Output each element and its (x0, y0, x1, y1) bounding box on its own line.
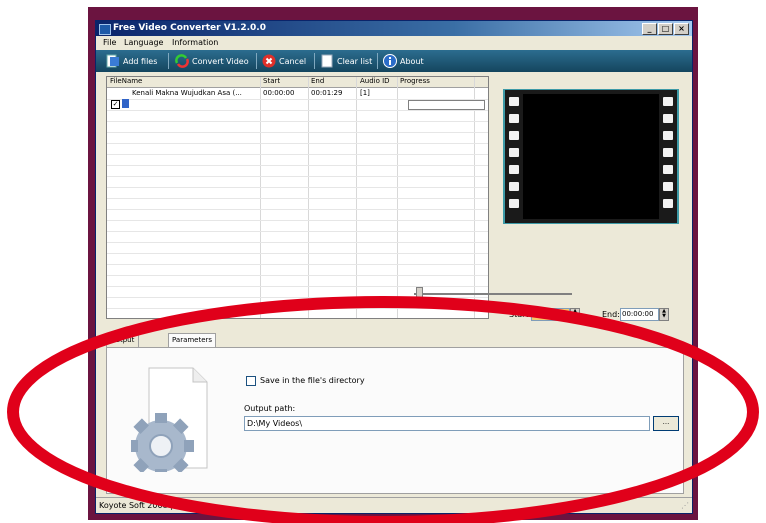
toolbar-separator (314, 53, 315, 69)
convert-video-label: Convert Video (192, 56, 249, 66)
settings-gear-icon (131, 367, 208, 472)
column-audio-id[interactable]: Audio ID (360, 77, 390, 85)
row-line (107, 253, 488, 254)
row-line (107, 176, 488, 177)
menu-information[interactable]: Information (172, 38, 218, 47)
row-line (107, 242, 488, 243)
row-line (107, 264, 488, 265)
cell-audio-id: [1] (360, 89, 370, 97)
app-window: Free Video Converter V1.2.0.0 _ □ × File… (95, 20, 693, 514)
app-icon (99, 24, 111, 35)
window-title: Free Video Converter V1.2.0.0 (113, 23, 266, 33)
cell-end: 00:01:29 (311, 89, 343, 97)
start-time-spinner[interactable]: ▲ ▼ (570, 308, 580, 321)
cancel-icon (262, 54, 276, 68)
toolbar-separator (168, 53, 169, 69)
toolbar-separator (377, 53, 378, 69)
cell-start: 00:00:00 (263, 89, 295, 97)
menu-file[interactable]: File (103, 38, 116, 47)
row-line (107, 275, 488, 276)
column-end[interactable]: End (311, 77, 324, 85)
output-path-input[interactable]: D:\My Videos\ (244, 416, 650, 431)
column-filename[interactable]: FileName (110, 77, 142, 85)
video-preview (503, 89, 679, 224)
output-path-label: Output path: (244, 404, 296, 413)
browse-button[interactable]: ... (653, 416, 679, 431)
add-files-button[interactable]: Add files (106, 53, 157, 69)
clear-list-icon (321, 54, 333, 68)
toolbar-separator (256, 53, 257, 69)
row-line (107, 143, 488, 144)
save-in-directory-checkbox[interactable] (246, 376, 256, 386)
start-label: Start: (509, 310, 532, 319)
status-bar: Koyote Soft 2008 | Ready ⋰ (96, 497, 692, 513)
row-line (107, 110, 488, 111)
row-line (107, 220, 488, 221)
add-files-label: Add files (123, 56, 158, 66)
clear-list-label: Clear list (337, 56, 373, 66)
minimize-button[interactable]: _ (642, 23, 657, 35)
row-line (107, 132, 488, 133)
convert-icon (175, 54, 189, 68)
row-checkbox[interactable]: ✓ (111, 100, 120, 109)
film-strip-icon (505, 90, 677, 223)
tab-output-format[interactable]: Output Format (106, 333, 139, 357)
close-button[interactable]: × (674, 23, 689, 35)
maximize-button[interactable]: □ (658, 23, 673, 35)
row-line (107, 308, 488, 309)
file-list-header: FileName Start End Audio ID Progress (107, 77, 488, 88)
cancel-label: Cancel (279, 56, 307, 66)
start-time-field[interactable]: 00:00:00 (531, 308, 570, 321)
parameters-panel: Save in the file's directory Output path… (106, 347, 684, 494)
end-label: End: (602, 310, 620, 319)
tab-parameters[interactable]: Parameters (168, 333, 217, 347)
progress-bar (408, 100, 485, 110)
toolbar: Add files Convert Video Cancel Clear lis… (96, 50, 692, 72)
row-line (107, 154, 488, 155)
row-line (107, 209, 488, 210)
clear-list-button[interactable]: Clear list (320, 53, 372, 69)
resize-grip-icon[interactable]: ⋰ (681, 501, 689, 510)
row-line (107, 231, 488, 232)
end-time-field[interactable]: 00:00:00 (620, 308, 659, 321)
cancel-button[interactable]: Cancel (262, 53, 306, 69)
row-line (107, 198, 488, 199)
save-in-directory-label: Save in the file's directory (260, 376, 365, 385)
about-label: About (400, 56, 424, 66)
row-line (107, 121, 488, 122)
cell-filename: Kenali Makna Wujudkan Asa (... (132, 89, 242, 97)
about-button[interactable]: About (383, 53, 424, 69)
info-icon (383, 54, 397, 68)
position-slider-track[interactable] (414, 293, 572, 295)
column-start[interactable]: Start (263, 77, 280, 85)
add-files-icon (106, 54, 119, 68)
table-row[interactable]: ✓ Kenali Makna Wujudkan Asa (... 00:00:0… (107, 88, 488, 110)
row-line (107, 165, 488, 166)
row-line (107, 187, 488, 188)
menu-bar: File Language Information (96, 36, 692, 50)
video-file-icon (122, 99, 129, 108)
row-line (107, 297, 488, 298)
row-line (107, 286, 488, 287)
end-time-spinner[interactable]: ▲ ▼ (659, 308, 669, 321)
file-list[interactable]: FileName Start End Audio ID Progress ✓ K… (106, 76, 489, 319)
convert-video-button[interactable]: Convert Video (175, 53, 249, 69)
menu-language[interactable]: Language (124, 38, 163, 47)
status-text: Koyote Soft 2008 | Ready (99, 501, 201, 510)
position-slider-handle[interactable] (416, 287, 423, 301)
column-progress[interactable]: Progress (400, 77, 430, 85)
title-bar[interactable]: Free Video Converter V1.2.0.0 _ □ × (96, 21, 692, 36)
